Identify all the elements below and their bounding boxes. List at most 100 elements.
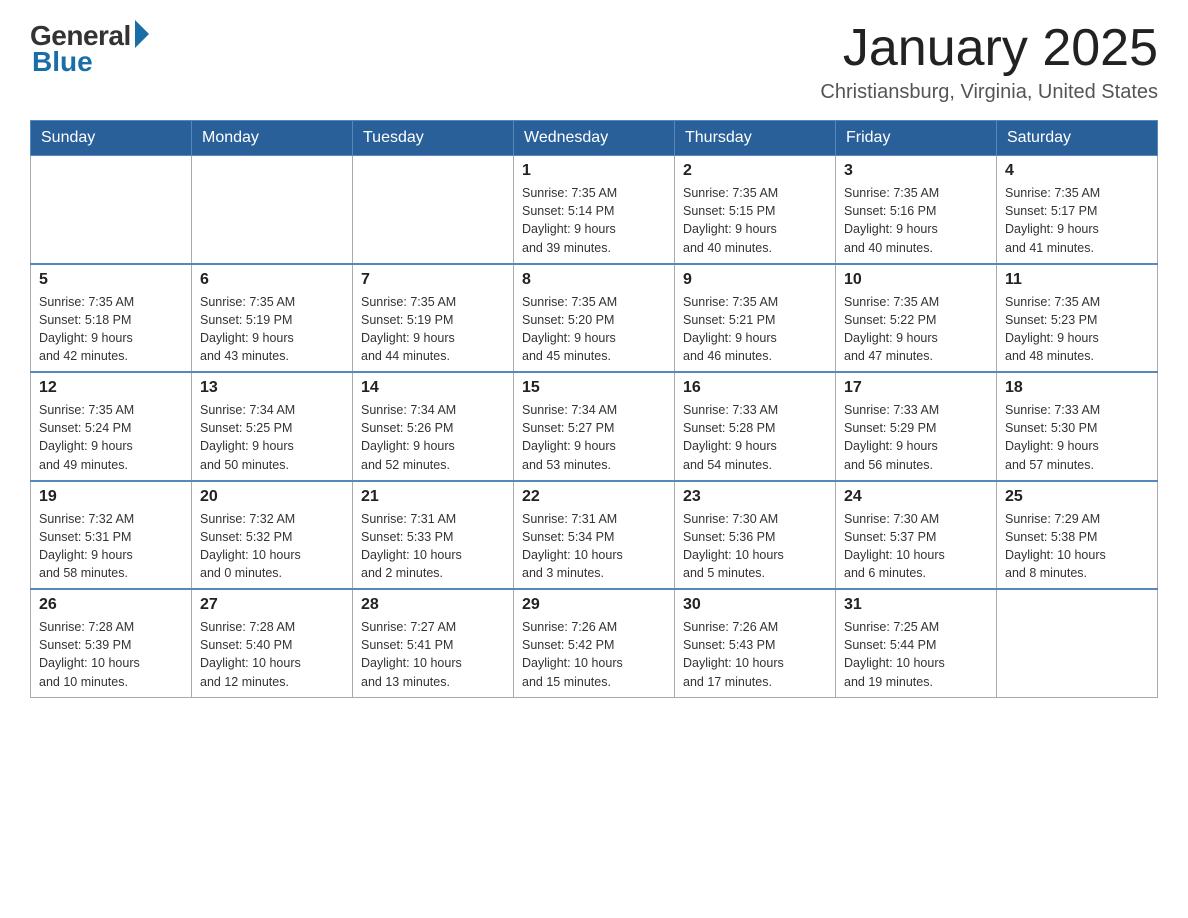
calendar-header-sunday: Sunday <box>31 121 192 156</box>
day-info: Sunrise: 7:33 AM Sunset: 5:28 PM Dayligh… <box>683 401 827 474</box>
calendar-cell: 22 Sunrise: 7:31 AM Sunset: 5:34 PM Dayli… <box>514 481 675 590</box>
calendar-header-row: SundayMondayTuesdayWednesdayThursdayFrid… <box>31 121 1158 156</box>
calendar-cell: 20 Sunrise: 7:32 AM Sunset: 5:32 PM Dayli… <box>192 481 353 590</box>
calendar-cell: 29 Sunrise: 7:26 AM Sunset: 5:42 PM Dayli… <box>514 589 675 697</box>
calendar-cell: 17 Sunrise: 7:33 AM Sunset: 5:29 PM Dayli… <box>836 372 997 481</box>
calendar-cell: 4Sunrise: 7:35 AM Sunset: 5:17 PM Daylig… <box>997 156 1158 264</box>
calendar-week-3: 12 Sunrise: 7:35 AM Sunset: 5:24 PM Dayli… <box>31 372 1158 481</box>
day-info: Sunrise: 7:26 AM Sunset: 5:42 PM Dayligh… <box>522 618 666 691</box>
calendar-cell: 6 Sunrise: 7:35 AM Sunset: 5:19 PM Daylig… <box>192 264 353 373</box>
day-info: Sunrise: 7:34 AM Sunset: 5:26 PM Dayligh… <box>361 401 505 474</box>
day-info: Sunrise: 7:33 AM Sunset: 5:29 PM Dayligh… <box>844 401 988 474</box>
day-number: 5 <box>39 271 183 289</box>
calendar-cell: 23 Sunrise: 7:30 AM Sunset: 5:36 PM Dayli… <box>675 481 836 590</box>
calendar-week-4: 19 Sunrise: 7:32 AM Sunset: 5:31 PM Dayli… <box>31 481 1158 590</box>
logo-triangle-icon <box>135 20 149 48</box>
calendar-cell: 1Sunrise: 7:35 AM Sunset: 5:14 PM Daylig… <box>514 156 675 264</box>
calendar-cell <box>192 156 353 264</box>
calendar-table: SundayMondayTuesdayWednesdayThursdayFrid… <box>30 120 1158 698</box>
calendar-cell: 11Sunrise: 7:35 AM Sunset: 5:23 PM Dayli… <box>997 264 1158 373</box>
day-number: 29 <box>522 596 666 614</box>
day-number: 9 <box>683 271 827 289</box>
calendar-cell: 27 Sunrise: 7:28 AM Sunset: 5:40 PM Dayli… <box>192 589 353 697</box>
day-number: 19 <box>39 488 183 506</box>
day-number: 23 <box>683 488 827 506</box>
day-info: Sunrise: 7:35 AM Sunset: 5:19 PM Dayligh… <box>361 293 505 366</box>
calendar-week-2: 5 Sunrise: 7:35 AM Sunset: 5:18 PM Daylig… <box>31 264 1158 373</box>
day-info: Sunrise: 7:28 AM Sunset: 5:40 PM Dayligh… <box>200 618 344 691</box>
day-info: Sunrise: 7:25 AM Sunset: 5:44 PM Dayligh… <box>844 618 988 691</box>
logo-blue-text: Blue <box>32 46 93 78</box>
calendar-cell: 18 Sunrise: 7:33 AM Sunset: 5:30 PM Dayli… <box>997 372 1158 481</box>
calendar-cell: 2 Sunrise: 7:35 AM Sunset: 5:15 PM Daylig… <box>675 156 836 264</box>
day-info: Sunrise: 7:33 AM Sunset: 5:30 PM Dayligh… <box>1005 401 1149 474</box>
calendar-cell: 5 Sunrise: 7:35 AM Sunset: 5:18 PM Daylig… <box>31 264 192 373</box>
calendar-cell: 15Sunrise: 7:34 AM Sunset: 5:27 PM Dayli… <box>514 372 675 481</box>
calendar-week-5: 26Sunrise: 7:28 AM Sunset: 5:39 PM Dayli… <box>31 589 1158 697</box>
calendar-header-wednesday: Wednesday <box>514 121 675 156</box>
day-number: 13 <box>200 379 344 397</box>
calendar-cell: 16Sunrise: 7:33 AM Sunset: 5:28 PM Dayli… <box>675 372 836 481</box>
calendar-cell: 19 Sunrise: 7:32 AM Sunset: 5:31 PM Dayli… <box>31 481 192 590</box>
calendar-cell: 25 Sunrise: 7:29 AM Sunset: 5:38 PM Dayli… <box>997 481 1158 590</box>
calendar-header-monday: Monday <box>192 121 353 156</box>
day-info: Sunrise: 7:35 AM Sunset: 5:20 PM Dayligh… <box>522 293 666 366</box>
calendar-cell: 13Sunrise: 7:34 AM Sunset: 5:25 PM Dayli… <box>192 372 353 481</box>
day-info: Sunrise: 7:30 AM Sunset: 5:36 PM Dayligh… <box>683 510 827 583</box>
day-number: 18 <box>1005 379 1149 397</box>
calendar-header-thursday: Thursday <box>675 121 836 156</box>
day-info: Sunrise: 7:29 AM Sunset: 5:38 PM Dayligh… <box>1005 510 1149 583</box>
logo: General Blue <box>30 20 149 78</box>
calendar-cell: 3 Sunrise: 7:35 AM Sunset: 5:16 PM Daylig… <box>836 156 997 264</box>
calendar-header-tuesday: Tuesday <box>353 121 514 156</box>
day-number: 11 <box>1005 271 1149 289</box>
day-info: Sunrise: 7:35 AM Sunset: 5:24 PM Dayligh… <box>39 401 183 474</box>
day-info: Sunrise: 7:35 AM Sunset: 5:18 PM Dayligh… <box>39 293 183 366</box>
day-number: 31 <box>844 596 988 614</box>
calendar-cell: 7 Sunrise: 7:35 AM Sunset: 5:19 PM Daylig… <box>353 264 514 373</box>
day-number: 2 <box>683 162 827 180</box>
day-number: 28 <box>361 596 505 614</box>
calendar-header-friday: Friday <box>836 121 997 156</box>
location-text: Christiansburg, Virginia, United States <box>820 81 1158 104</box>
day-info: Sunrise: 7:31 AM Sunset: 5:33 PM Dayligh… <box>361 510 505 583</box>
page-header: General Blue January 2025 Christiansburg… <box>30 20 1158 104</box>
day-number: 14 <box>361 379 505 397</box>
day-number: 17 <box>844 379 988 397</box>
day-number: 20 <box>200 488 344 506</box>
day-info: Sunrise: 7:34 AM Sunset: 5:27 PM Dayligh… <box>522 401 666 474</box>
day-number: 30 <box>683 596 827 614</box>
day-number: 26 <box>39 596 183 614</box>
day-number: 25 <box>1005 488 1149 506</box>
day-number: 12 <box>39 379 183 397</box>
calendar-cell: 24Sunrise: 7:30 AM Sunset: 5:37 PM Dayli… <box>836 481 997 590</box>
calendar-week-1: 1Sunrise: 7:35 AM Sunset: 5:14 PM Daylig… <box>31 156 1158 264</box>
day-number: 22 <box>522 488 666 506</box>
day-info: Sunrise: 7:31 AM Sunset: 5:34 PM Dayligh… <box>522 510 666 583</box>
day-info: Sunrise: 7:35 AM Sunset: 5:17 PM Dayligh… <box>1005 184 1149 257</box>
calendar-cell: 9 Sunrise: 7:35 AM Sunset: 5:21 PM Daylig… <box>675 264 836 373</box>
month-title: January 2025 <box>820 20 1158 77</box>
day-info: Sunrise: 7:35 AM Sunset: 5:19 PM Dayligh… <box>200 293 344 366</box>
day-number: 21 <box>361 488 505 506</box>
day-info: Sunrise: 7:35 AM Sunset: 5:16 PM Dayligh… <box>844 184 988 257</box>
calendar-cell: 10Sunrise: 7:35 AM Sunset: 5:22 PM Dayli… <box>836 264 997 373</box>
calendar-cell <box>353 156 514 264</box>
calendar-cell: 8Sunrise: 7:35 AM Sunset: 5:20 PM Daylig… <box>514 264 675 373</box>
day-info: Sunrise: 7:35 AM Sunset: 5:21 PM Dayligh… <box>683 293 827 366</box>
day-number: 27 <box>200 596 344 614</box>
calendar-cell: 14 Sunrise: 7:34 AM Sunset: 5:26 PM Dayli… <box>353 372 514 481</box>
calendar-cell: 26Sunrise: 7:28 AM Sunset: 5:39 PM Dayli… <box>31 589 192 697</box>
calendar-cell <box>31 156 192 264</box>
day-info: Sunrise: 7:35 AM Sunset: 5:15 PM Dayligh… <box>683 184 827 257</box>
calendar-cell: 12 Sunrise: 7:35 AM Sunset: 5:24 PM Dayli… <box>31 372 192 481</box>
calendar-cell: 28Sunrise: 7:27 AM Sunset: 5:41 PM Dayli… <box>353 589 514 697</box>
day-number: 1 <box>522 162 666 180</box>
day-info: Sunrise: 7:32 AM Sunset: 5:31 PM Dayligh… <box>39 510 183 583</box>
day-number: 24 <box>844 488 988 506</box>
day-number: 3 <box>844 162 988 180</box>
day-number: 7 <box>361 271 505 289</box>
day-number: 10 <box>844 271 988 289</box>
day-info: Sunrise: 7:32 AM Sunset: 5:32 PM Dayligh… <box>200 510 344 583</box>
day-number: 6 <box>200 271 344 289</box>
